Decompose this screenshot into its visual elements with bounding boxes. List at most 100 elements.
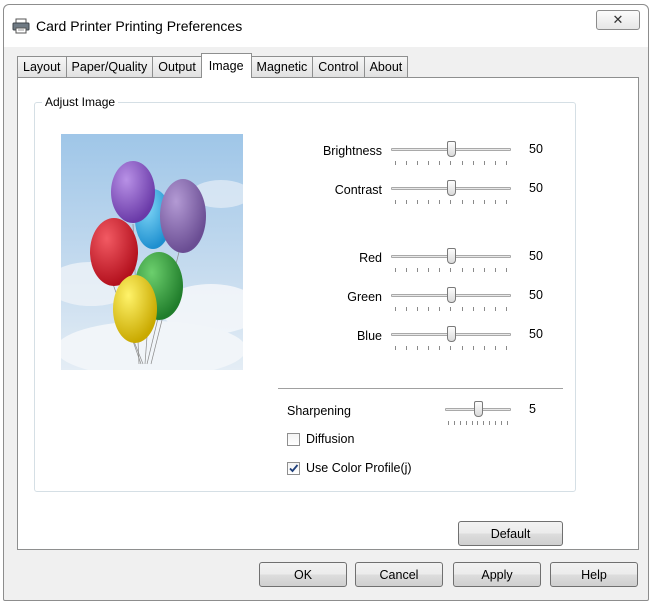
adjust-image-group: Adjust Image Brightness 50 Contrast 50 R… xyxy=(34,95,576,492)
tab-magnetic[interactable]: Magnetic xyxy=(250,56,314,77)
tab-paper-quality[interactable]: Paper/Quality xyxy=(65,56,154,77)
slider-tick xyxy=(439,268,441,272)
use-color-profile-label: Use Color Profile(j) xyxy=(306,461,412,475)
separator-line xyxy=(278,388,563,389)
slider-tick xyxy=(406,200,408,204)
printer-icon xyxy=(12,18,30,34)
red-value: 50 xyxy=(529,249,543,263)
contrast-label: Contrast xyxy=(334,183,382,197)
tab-image[interactable]: Image xyxy=(200,53,252,78)
close-icon: ✕ xyxy=(612,12,624,27)
green-thumb[interactable] xyxy=(446,287,456,303)
slider-tick xyxy=(450,161,452,165)
slider-tick xyxy=(406,268,408,272)
contrast-thumb[interactable] xyxy=(446,180,456,196)
title-bar: Card Printer Printing Preferences ✕ xyxy=(4,5,648,47)
slider-tick xyxy=(395,161,396,165)
apply-button[interactable]: Apply xyxy=(453,562,541,587)
balloons-preview-image xyxy=(61,134,243,370)
slider-tick xyxy=(461,200,463,204)
slider-tick xyxy=(417,346,419,350)
slider-tick xyxy=(461,346,463,350)
slider-tick xyxy=(448,421,449,425)
slider-tick xyxy=(506,421,508,425)
tab-about[interactable]: About xyxy=(363,56,409,77)
adjust-image-group-label: Adjust Image xyxy=(42,95,119,109)
checkmark-icon xyxy=(289,463,299,472)
brightness-thumb[interactable] xyxy=(446,141,456,157)
slider-tick xyxy=(483,268,485,272)
ok-button[interactable]: OK xyxy=(259,562,347,587)
slider-tick xyxy=(494,161,496,165)
red-ticks xyxy=(395,268,507,272)
close-button[interactable]: ✕ xyxy=(596,10,640,30)
slider-tick xyxy=(395,268,396,272)
red-slider-row: Red 50 xyxy=(275,248,575,278)
slider-tick xyxy=(439,200,441,204)
slider-tick xyxy=(417,268,419,272)
brightness-ticks xyxy=(395,161,507,165)
slider-tick xyxy=(450,200,452,204)
red-thumb[interactable] xyxy=(446,248,456,264)
slider-tick xyxy=(472,307,474,311)
diffusion-checkbox-row[interactable]: Diffusion xyxy=(287,432,354,446)
slider-tick xyxy=(406,161,408,165)
slider-tick xyxy=(453,421,455,425)
blue-thumb[interactable] xyxy=(446,326,456,342)
sharpening-label: Sharpening xyxy=(287,404,351,418)
slider-tick xyxy=(428,307,430,311)
sharpening-slider-row: Sharpening 5 xyxy=(287,401,567,431)
brightness-slider-row: Brightness 50 xyxy=(275,141,575,171)
use-color-profile-checkbox[interactable] xyxy=(287,461,300,475)
slider-tick xyxy=(494,200,496,204)
slider-tick xyxy=(472,268,474,272)
slider-tick xyxy=(505,200,507,204)
sharpening-value: 5 xyxy=(529,402,536,416)
slider-tick xyxy=(461,307,463,311)
slider-tick xyxy=(472,346,474,350)
slider-tick xyxy=(450,346,452,350)
green-slider-row: Green 50 xyxy=(275,287,575,317)
image-tab-panel: Adjust Image Brightness 50 Contrast 50 R… xyxy=(17,77,639,550)
use-color-profile-checkbox-row[interactable]: Use Color Profile(j) xyxy=(287,461,412,475)
default-button[interactable]: Default xyxy=(458,521,563,546)
slider-tick xyxy=(505,161,507,165)
slider-tick xyxy=(395,200,396,204)
tab-output[interactable]: Output xyxy=(152,56,202,77)
slider-tick xyxy=(489,421,491,425)
brightness-value: 50 xyxy=(529,142,543,156)
tab-strip: Layout Paper/Quality Output Image Magnet… xyxy=(17,53,409,78)
slider-tick xyxy=(439,161,441,165)
slider-tick xyxy=(494,307,496,311)
slider-tick xyxy=(439,307,441,311)
slider-tick xyxy=(428,268,430,272)
diffusion-checkbox[interactable] xyxy=(287,432,300,446)
slider-tick xyxy=(428,161,430,165)
slider-tick xyxy=(505,346,507,350)
diffusion-label: Diffusion xyxy=(306,432,355,446)
green-ticks xyxy=(395,307,507,311)
slider-tick xyxy=(505,307,507,311)
window-title: Card Printer Printing Preferences xyxy=(36,18,243,34)
slider-tick xyxy=(450,307,452,311)
tab-layout[interactable]: Layout xyxy=(17,56,67,77)
blue-label: Blue xyxy=(356,329,382,343)
slider-tick xyxy=(472,200,474,204)
printing-preferences-dialog: Card Printer Printing Preferences ✕ Layo… xyxy=(3,4,649,601)
slider-tick xyxy=(417,307,419,311)
slider-tick xyxy=(483,161,485,165)
tab-control[interactable]: Control xyxy=(312,56,365,77)
slider-tick xyxy=(461,268,463,272)
slider-tick xyxy=(495,421,497,425)
slider-tick xyxy=(417,161,419,165)
help-button[interactable]: Help xyxy=(550,562,638,587)
slider-tick xyxy=(461,161,463,165)
sharpening-thumb[interactable] xyxy=(473,401,483,417)
slider-tick xyxy=(505,268,507,272)
slider-tick xyxy=(406,307,408,311)
slider-tick xyxy=(494,268,496,272)
slider-tick xyxy=(477,421,479,425)
slider-tick xyxy=(465,421,467,425)
slider-tick xyxy=(395,346,396,350)
cancel-button[interactable]: Cancel xyxy=(355,562,443,587)
